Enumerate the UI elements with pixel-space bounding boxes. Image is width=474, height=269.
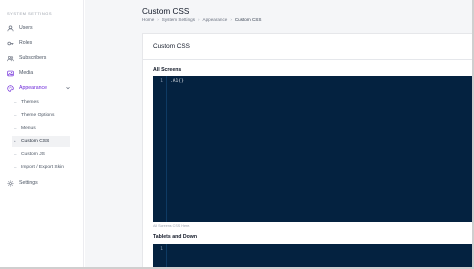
- divider: [143, 59, 472, 60]
- sidebar-subitem-label: Menus: [21, 126, 36, 131]
- palette-icon: [7, 84, 14, 92]
- dash-icon: –: [14, 100, 17, 105]
- breadcrumb-separator: ›: [230, 17, 232, 22]
- sidebar-subitem-import-export-skin[interactable]: – Import / Export Skin: [12, 162, 70, 173]
- app-window: SYSTEM SETTINGS Users Roles Subscribers …: [0, 0, 474, 269]
- all-screens-code-editor[interactable]: 1 .A1{}: [153, 76, 472, 222]
- breadcrumb-home[interactable]: Home: [142, 17, 154, 22]
- image-icon: [7, 70, 14, 77]
- sidebar-subitem-label: Themes: [21, 100, 39, 105]
- custom-css-card: Custom CSS All Screens 1 .A1{} All Scree…: [142, 33, 472, 267]
- sidebar-subitem-label: Import / Export Skin: [21, 165, 64, 170]
- all-screens-label: All Screens: [153, 67, 182, 73]
- sidebar-subitem-label: Custom CSS: [21, 139, 50, 144]
- sidebar: SYSTEM SETTINGS Users Roles Subscribers …: [0, 0, 84, 267]
- sidebar-item-subscribers[interactable]: Subscribers: [7, 52, 79, 64]
- breadcrumb-current: Custom CSS: [234, 17, 262, 22]
- sidebar-item-roles[interactable]: Roles: [7, 37, 79, 49]
- card-title: Custom CSS: [153, 43, 190, 50]
- dash-icon: –: [14, 126, 17, 131]
- sidebar-subitem-label: Theme Options: [21, 113, 55, 118]
- sidebar-heading: SYSTEM SETTINGS: [7, 11, 53, 16]
- sidebar-item-label: Subscribers: [19, 55, 47, 61]
- gear-icon: [7, 180, 14, 187]
- dash-icon: –: [14, 165, 17, 170]
- sidebar-item-appearance[interactable]: Appearance: [7, 82, 79, 94]
- page-title: Custom CSS: [142, 7, 190, 16]
- sidebar-item-label: Media: [19, 70, 34, 76]
- line-number: 1: [153, 76, 167, 222]
- sidebar-subitem-menus[interactable]: – Menus: [12, 123, 70, 134]
- sidebar-item-label: Roles: [19, 40, 33, 46]
- breadcrumb: Home › System Settings › Appearance › Cu…: [142, 17, 261, 22]
- breadcrumb-separator: ›: [157, 17, 159, 22]
- main-content: Custom CSS Home › System Settings › Appe…: [85, 0, 472, 267]
- breadcrumb-system-settings[interactable]: System Settings: [162, 17, 195, 22]
- dash-icon: –: [14, 152, 17, 157]
- key-icon: [7, 40, 14, 47]
- breadcrumb-appearance[interactable]: Appearance: [203, 17, 228, 22]
- code-content[interactable]: .A1{}: [167, 76, 472, 222]
- sidebar-subitem-custom-js[interactable]: – Custom JS: [12, 149, 70, 160]
- code-content[interactable]: [167, 244, 472, 267]
- dash-icon: –: [14, 113, 17, 118]
- subscribers-icon: [7, 55, 14, 62]
- sidebar-item-settings[interactable]: Settings: [7, 177, 79, 189]
- tablets-and-down-label: Tablets and Down: [153, 234, 197, 240]
- all-screens-help-text: All Screens CSS Here.: [153, 224, 191, 228]
- dot-icon: •: [14, 139, 16, 144]
- sidebar-item-media[interactable]: Media: [7, 67, 79, 79]
- sidebar-item-label: Settings: [19, 180, 38, 186]
- tablets-and-down-code-editor[interactable]: 1: [153, 244, 472, 267]
- line-number: 1: [153, 244, 167, 267]
- sidebar-item-label: Users: [19, 25, 33, 31]
- sidebar-subitem-themes[interactable]: – Themes: [12, 97, 70, 108]
- chevron-down-icon[interactable]: [65, 85, 71, 91]
- breadcrumb-separator: ›: [198, 17, 200, 22]
- sidebar-subitem-label: Custom JS: [21, 152, 45, 157]
- sidebar-subitem-custom-css[interactable]: • Custom CSS: [12, 136, 70, 147]
- sidebar-item-users[interactable]: Users: [7, 22, 79, 34]
- user-icon: [7, 24, 14, 32]
- sidebar-subitem-theme-options[interactable]: – Theme Options: [12, 110, 70, 121]
- sidebar-item-label: Appearance: [19, 85, 47, 91]
